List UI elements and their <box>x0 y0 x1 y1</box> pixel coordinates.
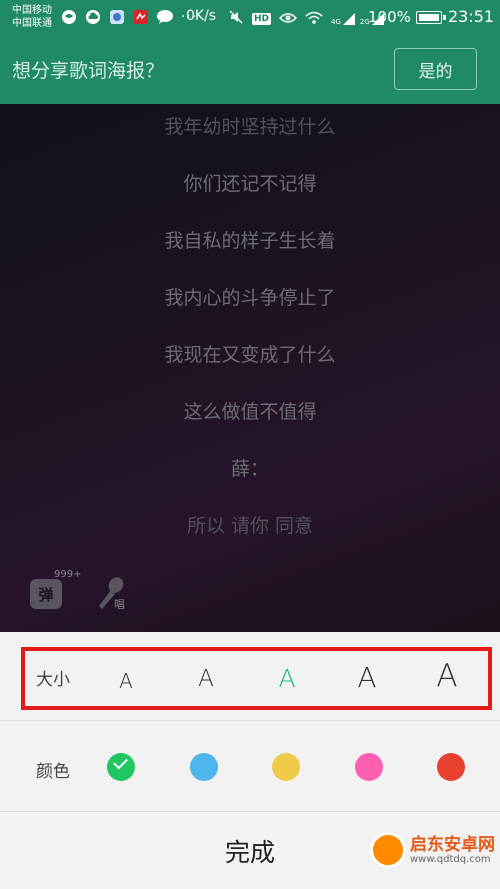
clock: 23:51 <box>448 7 495 26</box>
watermark-url: www.qdtdq.com <box>410 854 491 865</box>
highlight-box <box>21 647 492 710</box>
site-watermark: 启东安卓网 www.qdtdq.com <box>366 826 496 884</box>
danmu-count: 999+ <box>54 569 82 580</box>
lyric-line: 我内心的斗争停止了 <box>164 287 336 309</box>
network-speed: 0K/s <box>186 8 217 24</box>
color-swatch-blue[interactable] <box>190 753 218 781</box>
lyric-line: 我现在又变成了什么 <box>164 344 336 366</box>
color-label: 颜色 <box>36 762 70 782</box>
carrier-2: 中国联通 <box>12 18 52 29</box>
size-label: 大小 <box>36 670 70 690</box>
mute-icon <box>228 9 244 29</box>
size-row: 大小 A A A A A <box>0 632 500 721</box>
size-option-1[interactable]: A <box>119 669 133 693</box>
color-swatch-pink[interactable] <box>355 753 383 781</box>
status-bar: 中国移动 中国联通 ··· 0K/s HD 4G 2G 100% 23:51 <box>0 0 500 34</box>
eye-icon <box>278 10 298 29</box>
battery-percent: 100% <box>368 8 411 26</box>
lyric-line: 所以 请你 同意 <box>186 515 314 537</box>
carrier-info: 中国移动 中国联通 <box>12 4 52 30</box>
notification-icons: ··· <box>60 8 198 26</box>
size-option-5[interactable]: A <box>436 658 457 694</box>
netease-icon <box>132 8 150 26</box>
size-option-4[interactable]: A <box>357 661 376 694</box>
globe-icon <box>60 8 78 26</box>
lyric-line: 我自私的样子生长着 <box>164 230 336 252</box>
color-swatch-green[interactable] <box>107 753 135 781</box>
lyrics-area: 我年幼时坚持过什么 你们还记不记得 我自私的样子生长着 我内心的斗争停止了 我现… <box>0 104 500 632</box>
wifi-icon <box>305 10 323 29</box>
lyric-line: 这么做值不值得 <box>183 401 317 423</box>
app-icon <box>108 8 126 26</box>
danmu-button[interactable]: 弹 <box>30 579 62 609</box>
share-prompt-bar: 想分享歌词海报？ 是的 <box>0 34 500 104</box>
battery-icon <box>416 11 446 24</box>
lyric-line: 我年幼时坚持过什么 <box>164 116 336 138</box>
watermark-title: 启东安卓网 <box>410 835 495 855</box>
confirm-share-button[interactable]: 是的 <box>394 48 477 90</box>
color-swatch-red[interactable] <box>437 753 465 781</box>
share-prompt-title: 想分享歌词海报？ <box>12 60 165 82</box>
checkmark-icon <box>113 754 128 770</box>
carrier-1: 中国移动 <box>12 5 52 16</box>
lyric-line: 薛： <box>230 458 269 480</box>
cloud-icon <box>84 8 102 26</box>
color-row: 颜色 <box>0 722 500 812</box>
system-icons: HD 4G 2G <box>228 9 385 29</box>
hd-icon: HD <box>252 13 272 25</box>
lyric-line: 你们还记不记得 <box>183 173 317 195</box>
color-swatch-yellow[interactable] <box>272 753 300 781</box>
watermark-logo-icon <box>370 832 406 868</box>
sing-label: 唱 <box>114 598 125 611</box>
danmu-label: 弹 <box>38 585 54 604</box>
player-controls: 弹 999+ 唱 <box>30 569 150 624</box>
size-option-2[interactable]: A <box>198 666 214 692</box>
size-option-3[interactable]: A <box>278 664 295 693</box>
chat-icon <box>156 8 174 26</box>
